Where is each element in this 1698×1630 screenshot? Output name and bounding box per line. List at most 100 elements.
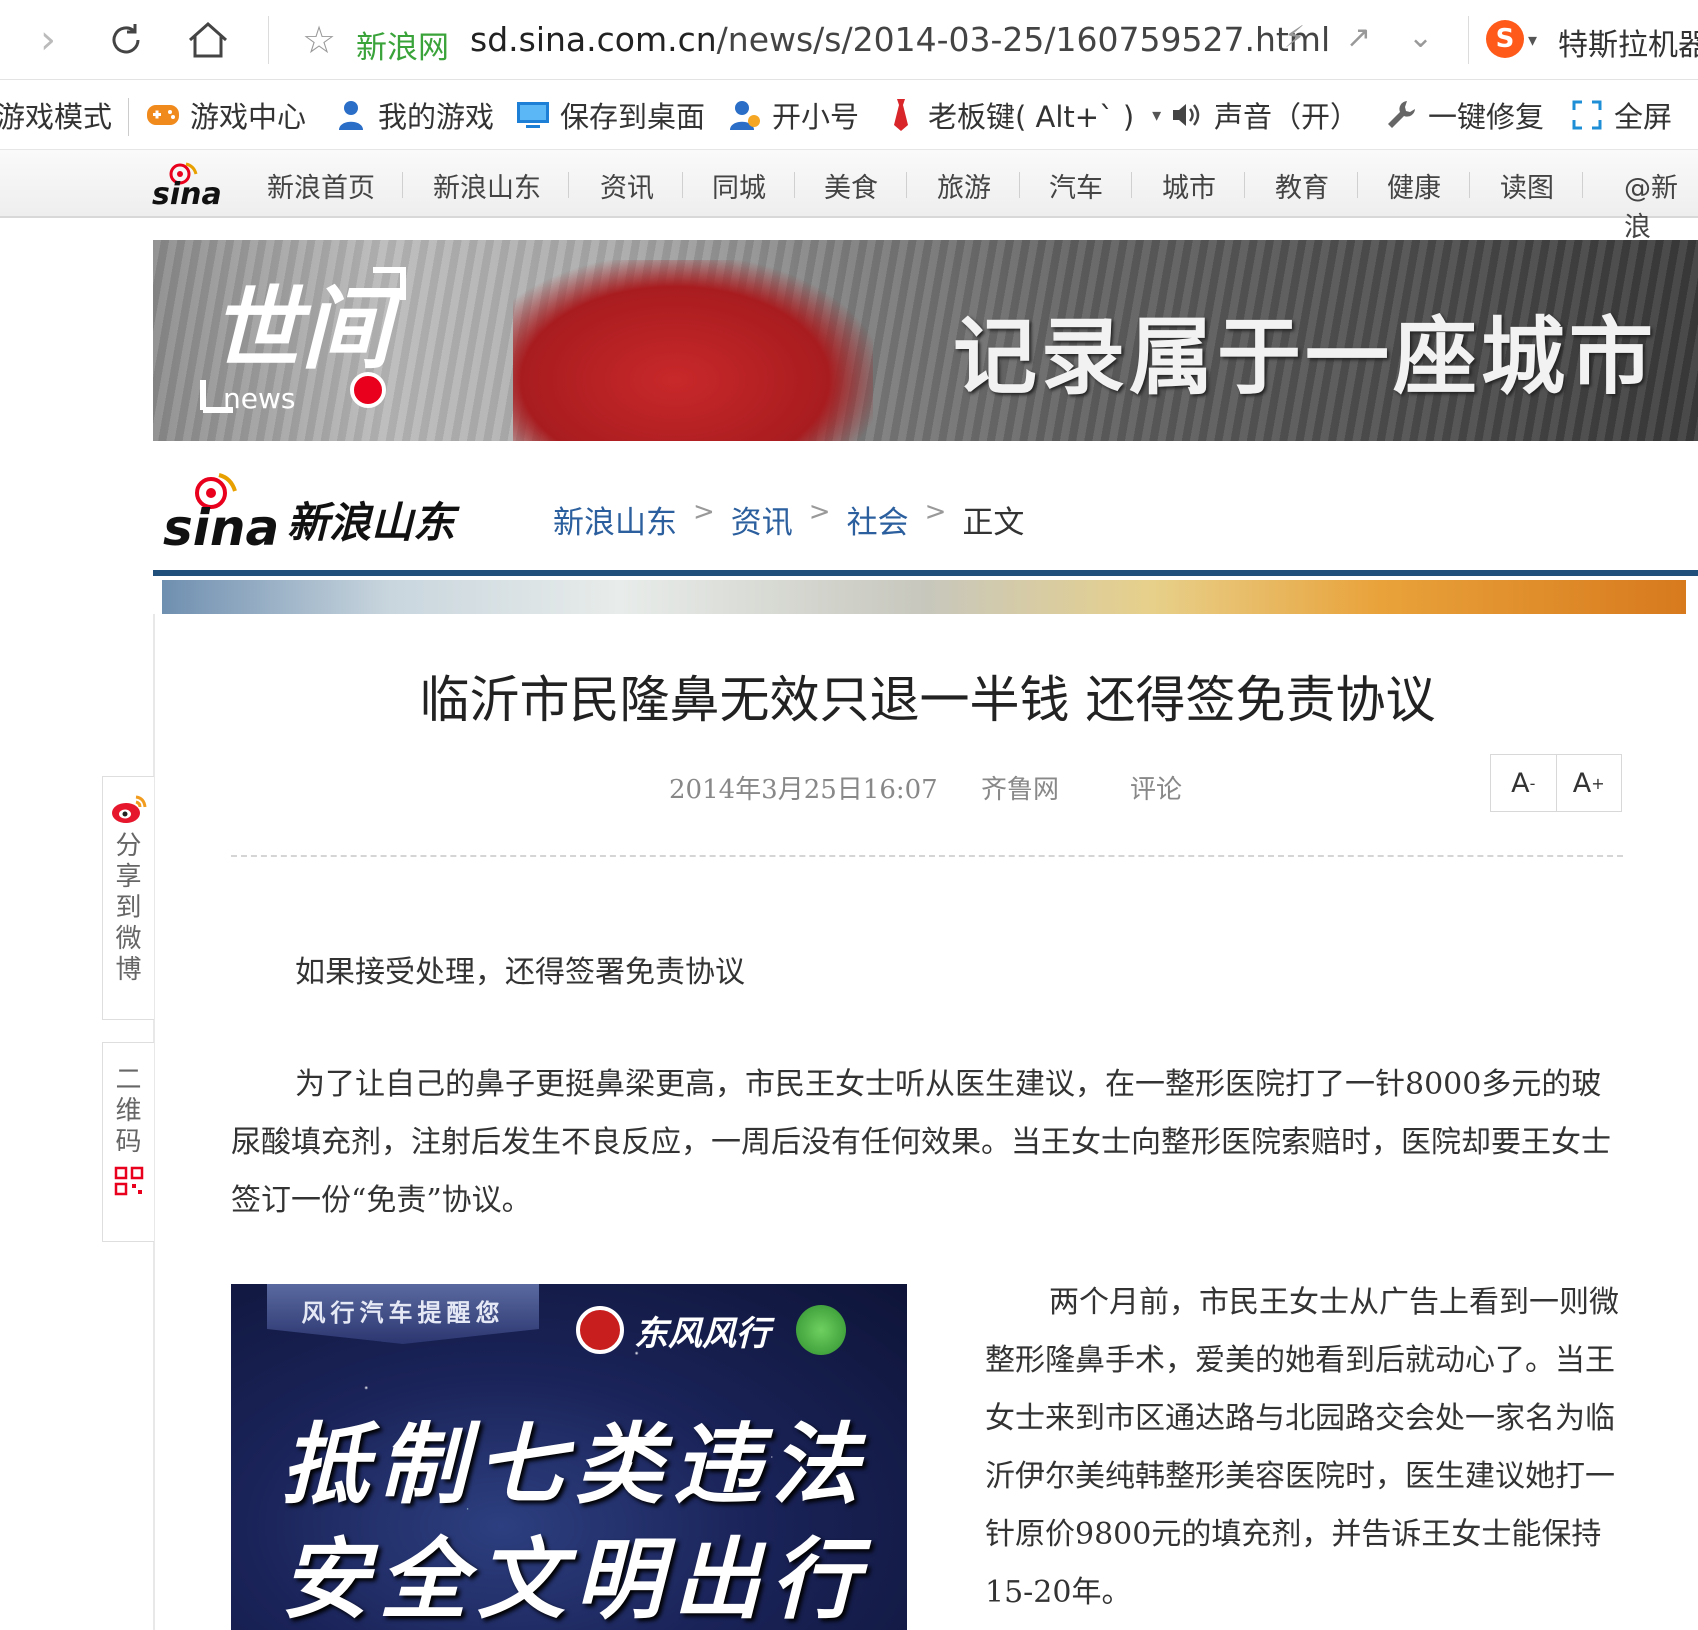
search-input[interactable]: 特斯拉机器 [1558,20,1698,64]
toolbar-label: 游戏中心 [190,100,307,134]
wrench-icon [1384,98,1418,132]
article: 临沂市民隆鼻无效只退一半钱 还得签免责协议 2014年3月25日16:07 齐鲁… [153,614,1698,1630]
toolbar-label: 我的游戏 [378,100,495,134]
strip-ad-banner[interactable] [162,580,1686,614]
chevron-right-icon: > [808,497,831,527]
nav-link[interactable]: 城市 [1162,166,1216,205]
toolbar-repair[interactable]: 一键修复 [1384,94,1544,136]
svg-text:news: news [223,382,295,415]
site-name: 新浪网 [356,30,449,66]
breadcrumb-link[interactable]: 社会 [847,497,909,542]
channel-header: sina 新浪山东 新浪山东 > 资讯 > 社会 > 正文 [153,455,1698,575]
share-icon[interactable]: ↗ [1346,20,1371,55]
article-source[interactable]: 齐鲁网 [981,769,1059,806]
url-host: sd.sina.com.cn [470,20,717,59]
breadcrumb-link[interactable]: 新浪山东 [553,497,677,542]
sina-shandong-logo[interactable]: sina 新浪山东 [163,465,493,555]
banner-photo [513,260,873,441]
font-smaller-button[interactable]: A- [1491,755,1557,811]
toolbar-label: 老板键( Alt+` ) [928,100,1135,134]
home-icon[interactable] [182,14,234,66]
fullscreen-icon [1570,98,1604,132]
qr-label: 二维码 [115,1065,142,1157]
divider [231,855,1623,857]
reload-icon[interactable] [100,14,152,66]
toolbar-game-center[interactable]: 游戏中心 [146,94,306,136]
url-path: /news/s/2014-03-25/160759527.html [716,20,1331,59]
divider [153,570,1698,576]
toolbar-label: 保存到桌面 [560,100,706,134]
weibo-icon [111,795,146,823]
user-add-icon [728,98,762,132]
nav-link[interactable]: @新浪 [1624,166,1698,244]
dropdown-caret-icon[interactable]: ▾ [1152,105,1161,126]
chevron-down-icon[interactable]: ⌄ [1408,20,1433,55]
comment-link[interactable]: 评论 [1130,769,1182,806]
monitor-icon [516,98,550,132]
url-field[interactable]: sd.sina.com.cn/news/s/2014-03-25/1607595… [470,20,1330,59]
toolbar-game-mode[interactable]: 游戏模式 [0,94,112,136]
ad-slogan-line1: 抵制七类违法 [281,1413,870,1516]
brand-logo-icon [576,1306,624,1354]
gamepad-icon [146,98,180,132]
forward-icon[interactable]: › [22,14,74,66]
bookmark-star-icon[interactable]: ☆ [302,18,336,62]
sina-logo[interactable]: sina [150,158,224,210]
header-banner[interactable]: 世间 news 记录属于一座城市 [153,240,1698,441]
browser-toolbar: 游戏模式 游戏中心 我的游戏 保存到桌面 开小号 老板键( Alt+` ) ▾ [0,80,1698,150]
inline-ad-image[interactable]: 风行汽车提醒您 东风风行 抵制七类违法 安全文明出行 [231,1284,907,1630]
nav-link[interactable]: 资讯 [600,166,654,205]
engine-dropdown-icon[interactable]: ▾ [1528,30,1537,51]
nav-link[interactable]: 同城 [712,166,766,205]
lightning-icon[interactable]: ⚡ [1284,20,1305,55]
sina-top-nav: sina 新浪首页 新浪山东 资讯 同城 美食 旅游 汽车 城市 教育 健康 读… [0,150,1698,243]
nav-link[interactable]: 新浪首页 [267,166,375,205]
article-lead: 如果接受处理，还得签署免责协议 [295,955,745,990]
svg-text:新浪山东: 新浪山东 [287,498,460,547]
toolbar-label: 一键修复 [1428,100,1545,134]
user-icon [334,98,368,132]
chevron-right-icon: > [924,497,947,527]
toolbar-sound[interactable]: 声音（开） [1170,94,1359,136]
toolbar-label: 开小号 [772,100,860,134]
speaker-icon [1170,98,1204,132]
font-size-controls: A- A + [1490,754,1622,812]
address-bar: › ☆ 新浪网 sd.sina.com.cn/news/s/2014-03-25… [0,0,1698,80]
svg-text:sina: sina [163,499,279,555]
toolbar-save-desktop[interactable]: 保存到桌面 [516,94,705,136]
toolbar-fullscreen[interactable]: 全屏 [1570,94,1672,136]
qr-code-icon [114,1166,143,1196]
toolbar-label: 全屏 [1614,100,1673,134]
nav-link[interactable]: 健康 [1387,166,1441,205]
ad-slogan-line2: 安全文明出行 [281,1528,870,1630]
nav-link[interactable]: 美食 [824,166,878,205]
nav-link[interactable]: 汽车 [1049,166,1103,205]
share-weibo-label: 分享到微博 [115,831,142,985]
article-paragraph: 为了让自己的鼻子更挺鼻梁更高，市民王女士听从医生建议，在一整形医院打了一针800… [231,1067,1611,1218]
nav-link[interactable]: 新浪山东 [433,166,541,205]
toolbar-my-games[interactable]: 我的游戏 [334,94,494,136]
banner-slogan: 记录属于一座城市 [953,308,1658,406]
toolbar-label: 游戏模式 [0,100,113,134]
badge-icon [796,1305,846,1355]
toolbar-boss-key[interactable]: 老板键( Alt+` ) ▾ [884,94,1161,136]
share-to-weibo-button[interactable]: 分享到微博 [102,776,154,1020]
breadcrumb: 新浪山东 > 资讯 > 社会 > 正文 [553,497,1024,542]
qr-code-button[interactable]: 二维码 [102,1042,154,1242]
toolbar-open-account[interactable]: 开小号 [728,94,859,136]
nav-link[interactable]: 教育 [1275,166,1329,205]
font-larger-button[interactable]: A + [1557,755,1622,811]
nav-link[interactable]: 读图 [1500,166,1554,205]
search-engine-icon[interactable]: S [1486,20,1524,58]
tie-icon [884,98,918,132]
chevron-right-icon: > [693,497,715,527]
breadcrumb-current: 正文 [962,505,1025,541]
ad-brand: 东风风行 [576,1302,846,1358]
svg-text:sina: sina [152,177,222,210]
article-date: 2014年3月25日16:07 [669,775,938,805]
toolbar-label: 声音（开） [1214,100,1360,134]
article-paragraph: 两个月前，市民王女士从广告上看到一则微整形隆鼻手术，爱美的她看到后就动心了。当王… [985,1285,1619,1610]
nav-link[interactable]: 旅游 [937,166,991,205]
breadcrumb-link[interactable]: 资讯 [731,497,793,542]
svg-text:世间: 世间 [211,277,403,382]
